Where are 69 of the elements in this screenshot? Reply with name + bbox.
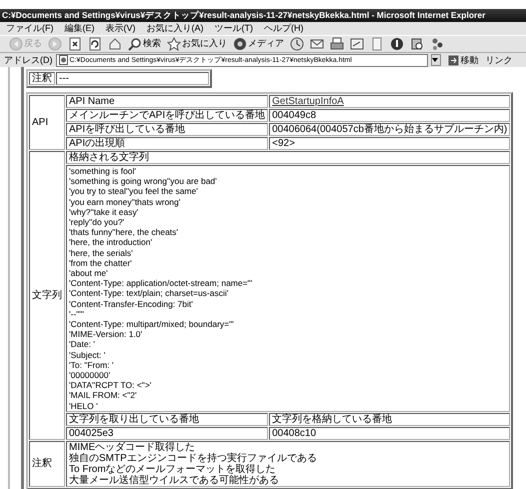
dropdown-button[interactable] [430, 54, 440, 66]
table-cell: 004049c8 [269, 109, 510, 122]
table-cell: APIを呼び出している番地 [66, 123, 268, 136]
table-cell: <92> [269, 137, 510, 150]
string-line: 'reply''do you?' [69, 217, 126, 228]
table-cell: API Name [66, 95, 268, 108]
string-line: 'Content-Type: multipart/mixed; boundary="' [69, 319, 235, 330]
table-cell: --- [56, 72, 209, 85]
string-line: 'HELO ' [69, 400, 99, 411]
window-title: C:¥Documents and Settings¥virus¥デスクトップ¥result-analysis-11-27¥netskyBkekka.html - Microsoft Internet Explorer [0, 9, 526, 22]
address-label: アドレス(D) [4, 54, 52, 67]
string-line: 'Content-Transfer-Encoding: 7bit' [69, 298, 194, 309]
home-button[interactable] [107, 36, 123, 52]
menu-item[interactable]: 編集(E) [64, 23, 94, 33]
caret-icon [432, 58, 438, 62]
string-line: 'thats funny''here, the cheats' [69, 227, 180, 238]
table-cell: APIの出現順 [66, 137, 268, 150]
string-line: 'something is going wrong''you are bad' [69, 176, 218, 186]
string-line: 'Subject: ' [69, 350, 106, 360]
links-button[interactable]: リンク [486, 53, 512, 67]
note-line: 大量メール送信型ウイルスである可能性がある [69, 474, 280, 486]
table-cell: 文字列 [29, 151, 65, 440]
table-cell: API [29, 95, 65, 150]
print-button[interactable] [329, 36, 345, 52]
forward-icon [48, 37, 62, 51]
favorites-button[interactable]: お気に入り [166, 36, 228, 52]
string-line: 'you try to steal''you feel the same' [69, 186, 199, 197]
string-line: 'Content-Type: text/plain; charset=us-ascii' [69, 288, 230, 299]
string-line: 'you earn money''thats wrong' [69, 196, 182, 207]
menu-item[interactable]: ファイル(F) [6, 23, 54, 33]
table-cell: 注釈 [29, 72, 55, 85]
table-cell: 注釈 [29, 440, 65, 487]
string-line: 'why?''take it easy' [69, 206, 138, 218]
string-line: 'Date: ' [69, 339, 96, 350]
history-button[interactable] [289, 36, 305, 52]
menu-item[interactable]: お気に入り(A) [146, 23, 204, 33]
menu-item[interactable]: 表示(V) [106, 23, 136, 33]
stop-button[interactable] [67, 36, 83, 52]
menu-item[interactable]: ヘルプ(H) [264, 23, 304, 33]
string-line: '00000000' [69, 370, 112, 380]
string-line: 'To: "From: ' [69, 360, 115, 370]
table-cell: 格納される文字列 [66, 151, 510, 164]
refresh-button[interactable] [87, 36, 103, 52]
string-line: 'from the chatter' [69, 258, 133, 268]
note-line: To Fromなどのメールフォーマットを取得した [69, 464, 277, 475]
page-icon [58, 55, 68, 65]
table-cell: 004025e3 [66, 426, 268, 440]
string-line: 'something is fool' [69, 166, 138, 176]
table-cell: 文字列を取り出している番地 [66, 412, 268, 426]
string-line: 'about me' [69, 268, 109, 278]
note-line: 独自のSMTPエンジンコードを持つ実行ファイルである [69, 452, 318, 464]
search-button[interactable]: 検索 [127, 36, 162, 52]
table-cell: メインルーチンでAPIを呼び出している番地 [66, 109, 268, 122]
string-line: 'MAIL FROM: <"2' [69, 390, 138, 401]
menu-item[interactable]: ツール(T) [214, 23, 253, 33]
table-cell: 文字列を格納している番地 [269, 412, 510, 426]
media-button[interactable]: メディア [232, 36, 285, 52]
go-button[interactable]: 移動 [448, 53, 478, 67]
string-line: 'Content-Type: application/octet-stream; name="' [69, 278, 254, 288]
note-line: MIMEヘッダコード取得した [69, 442, 196, 453]
table-cell: 00408c10 [269, 426, 510, 440]
back-icon [9, 37, 23, 51]
string-line: 'DATA''RCPT TO: <">' [69, 380, 152, 390]
string-line: 'here, the serials' [69, 248, 134, 258]
string-line: 'MIME-Version: 1.0' [69, 329, 144, 340]
string-line: 'here, the introduction' [69, 237, 154, 248]
table-cell: 00406064(004057cb番地から始まるサブルーチン内) [269, 123, 510, 136]
string-line: '--""' [69, 308, 84, 320]
arrow-icon [448, 54, 458, 66]
